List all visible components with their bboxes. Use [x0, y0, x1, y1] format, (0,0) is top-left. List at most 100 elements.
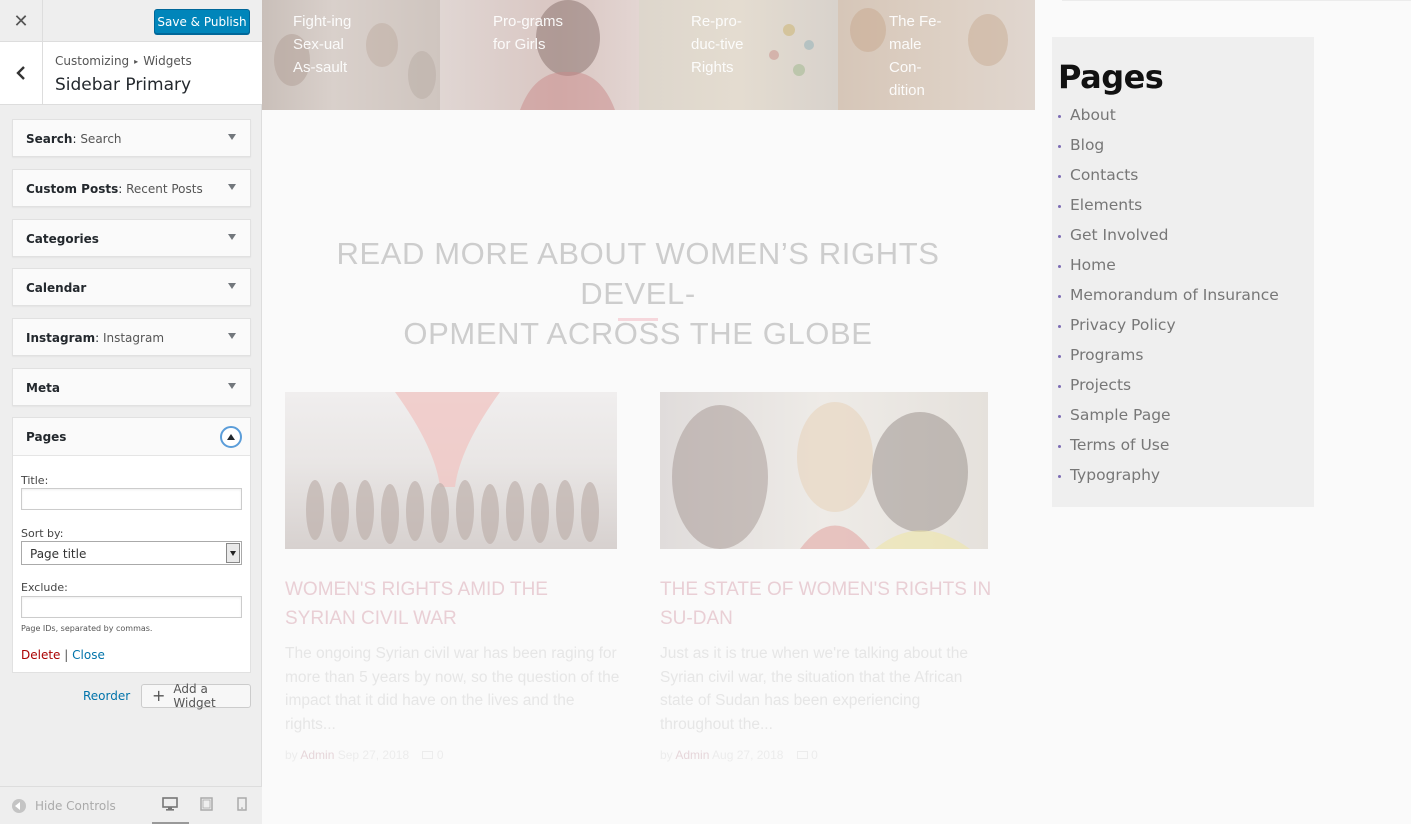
hide-controls-button[interactable]: Hide Controls	[12, 799, 116, 813]
widget-search[interactable]: Search: Search	[12, 119, 251, 157]
bullet-icon	[1058, 295, 1061, 298]
widget-title: Calendar	[26, 281, 87, 295]
program-tile[interactable]: The Fe-male Con-dition	[838, 0, 1035, 110]
close-link[interactable]: Close	[72, 648, 105, 662]
comment-icon	[796, 751, 808, 759]
breadcrumb-separator-icon: ▸	[134, 57, 139, 66]
breadcrumb-customizing: Customizing	[55, 54, 130, 68]
widget-title: Meta	[26, 381, 60, 395]
widget-calendar[interactable]: Calendar	[12, 268, 251, 306]
post-title[interactable]: THE STATE OF WOMEN'S RIGHTS IN SU-DAN	[660, 575, 995, 633]
post-photo	[306, 392, 599, 544]
section-header: Customizing ▸ Widgets Sidebar Primary	[0, 42, 262, 105]
expand-arrow-icon[interactable]	[228, 134, 236, 140]
chevron-left-icon	[16, 66, 25, 80]
post-meta: by Admin Aug 27, 2018 0	[660, 748, 818, 762]
programs-image-strip: Fight-ing Sex-ual As-sault Pro-grams for…	[262, 0, 1035, 110]
post-title[interactable]: WOMEN'S RIGHTS AMID THE SYRIAN CIVIL WAR	[285, 575, 615, 633]
collapse-toggle-button[interactable]	[220, 426, 242, 448]
post-excerpt: The ongoing Syrian civil war has been ra…	[285, 645, 620, 733]
close-customizer-button[interactable]: ✕	[0, 0, 43, 42]
post-image[interactable]	[285, 392, 617, 549]
add-widget-button[interactable]: + Add a Widget	[141, 682, 251, 710]
title-label: Title:	[21, 474, 49, 487]
customizer-panel: ✕ Save & Publish Customizing ▸ Widgets Sid…	[0, 0, 262, 824]
post-date: Sep 27, 2018	[337, 748, 410, 762]
widget-instagram[interactable]: Instagram: Instagram	[12, 318, 251, 356]
widget-meta[interactable]: Meta	[12, 368, 251, 406]
sort-by-select[interactable]: Page title	[21, 541, 242, 565]
headline-line-1: READ MORE ABOUT WOMEN’S RIGHTS DEVEL-	[336, 236, 940, 311]
expand-arrow-icon[interactable]	[228, 383, 236, 389]
bullet-icon	[1058, 265, 1061, 268]
widget-title: Instagram: Instagram	[26, 331, 165, 345]
expand-arrow-icon[interactable]	[228, 283, 236, 289]
post-author[interactable]: Admin	[675, 748, 709, 762]
plus-icon: +	[152, 686, 166, 705]
bullet-icon	[1058, 145, 1061, 148]
bullet-icon	[1058, 475, 1061, 478]
reorder-link[interactable]: Reorder	[83, 689, 130, 703]
customizer-header: ✕ Save & Publish	[0, 0, 262, 42]
bullet-icon	[1058, 175, 1061, 178]
bullet-icon	[1058, 445, 1061, 448]
back-button[interactable]	[0, 42, 43, 104]
comment-count: 0	[811, 748, 818, 762]
bullet-icon	[1058, 355, 1061, 358]
bullet-icon	[1058, 385, 1061, 388]
desktop-preview-icon[interactable]	[162, 797, 178, 811]
widget-title: Pages	[26, 430, 67, 444]
comment-count: 0	[436, 748, 444, 762]
hide-controls-label: Hide Controls	[35, 799, 116, 813]
post-excerpt: Just as it is true when we're talking ab…	[660, 645, 968, 733]
breadcrumb-widgets: Widgets	[143, 54, 192, 68]
widget-pages-header[interactable]: Pages	[13, 418, 250, 456]
program-tile-title: The Fe-male Con-dition	[889, 13, 942, 99]
bullet-icon	[1058, 415, 1061, 418]
program-tile[interactable]: Fight-ing Sex-ual As-sault	[262, 0, 440, 110]
widget-title: Categories	[26, 232, 99, 246]
program-tile-title: Re-pro-duc-tive Rights	[691, 13, 744, 76]
expand-arrow-icon[interactable]	[228, 184, 236, 190]
program-tile[interactable]: Pro-grams for Girls	[440, 0, 639, 110]
expand-arrow-icon[interactable]	[228, 333, 236, 339]
customizer-footer: Hide Controls	[0, 786, 262, 824]
sort-by-label: Sort by:	[21, 527, 64, 540]
tablet-preview-icon[interactable]	[200, 797, 213, 811]
widget-custom-posts[interactable]: Custom Posts: Recent Posts	[12, 169, 251, 207]
pages-widget-title: Pages	[1058, 58, 1164, 96]
post-author[interactable]: Admin	[300, 748, 334, 762]
sidebar-top-rule	[1062, 0, 1411, 1]
mobile-preview-icon[interactable]	[237, 797, 247, 811]
post-photo	[672, 402, 970, 549]
section-headline: READ MORE ABOUT WOMEN’S RIGHTS DEVEL- OP…	[292, 234, 984, 354]
program-tile-title: Pro-grams for Girls	[493, 13, 564, 53]
exclude-input[interactable]	[21, 596, 242, 618]
widget-actions: Delete | Close	[21, 648, 105, 662]
post-image[interactable]	[660, 392, 988, 549]
action-divider: |	[64, 648, 69, 662]
headline-divider	[618, 318, 658, 321]
post-meta: by Admin Sep 27, 2018 0	[285, 748, 444, 762]
pages-sidebar-widget: Pages About Blog Contacts Elements Get I…	[1052, 37, 1314, 507]
expand-arrow-icon[interactable]	[228, 234, 236, 240]
title-input[interactable]	[21, 488, 242, 510]
exclude-label: Exclude:	[21, 581, 68, 594]
program-tile[interactable]: Re-pro-duc-tive Rights	[639, 0, 838, 110]
site-preview: Fight-ing Sex-ual As-sault Pro-grams for…	[262, 0, 1411, 824]
comment-icon	[422, 751, 434, 759]
delete-link[interactable]: Delete	[21, 648, 60, 662]
chevron-up-icon	[227, 434, 235, 440]
widget-categories[interactable]: Categories	[12, 219, 251, 257]
bullet-icon	[1058, 325, 1061, 328]
exclude-help-text: Page IDs, separated by commas.	[21, 624, 153, 633]
dropdown-arrow-icon[interactable]	[226, 543, 240, 563]
program-tile-title: Fight-ing Sex-ual As-sault	[293, 13, 352, 76]
widget-title: Custom Posts: Recent Posts	[26, 182, 203, 196]
post-date: Aug 27, 2018	[712, 748, 784, 762]
widget-pages-expanded: Pages Title: Sort by: Page title Exclude…	[12, 417, 251, 673]
collapse-arrow-icon	[12, 799, 26, 813]
widget-title: Search: Search	[26, 132, 122, 146]
save-publish-button[interactable]: Save & Publish	[154, 9, 250, 34]
sort-by-value: Page title	[30, 547, 87, 561]
